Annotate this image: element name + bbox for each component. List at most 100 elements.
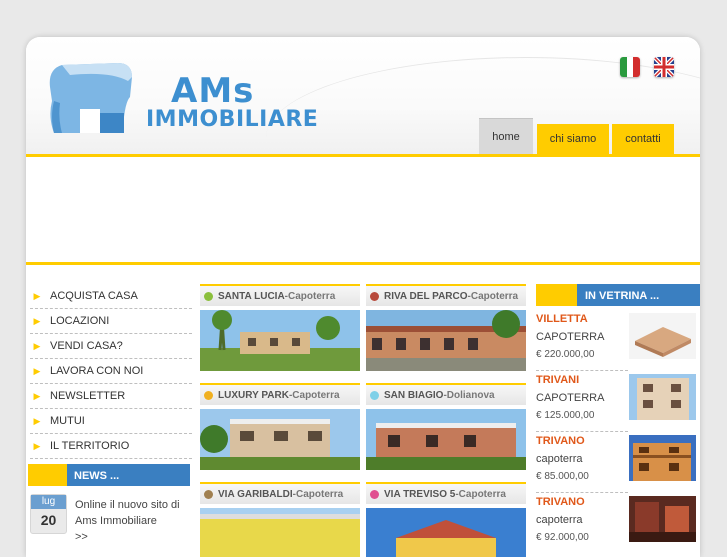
property-card-santa-lucia[interactable]: SANTA LUCIA - Capoterra — [200, 284, 360, 376]
news-header: NEWS ... — [28, 464, 190, 486]
nav-home-button[interactable]: home — [479, 118, 533, 155]
logo-wordmark-ams: AMs — [171, 71, 255, 111]
italian-flag-icon[interactable] — [620, 57, 640, 77]
vetrina-item-city: capoterra — [536, 453, 583, 465]
card-header: SANTA LUCIA - Capoterra — [200, 284, 360, 306]
card-location: Capoterra — [288, 290, 336, 302]
vetrina-item-city: CAPOTERRA — [536, 331, 605, 343]
vetrina-item-price: € 85.000,00 — [536, 471, 589, 482]
vetrina-divider — [536, 370, 628, 371]
card-title: VIA TREVISO 5 — [384, 488, 456, 500]
news-date-badge: lug 20 — [30, 494, 67, 534]
card-title: RIVA DEL PARCO — [384, 290, 468, 302]
card-header: VIA TREVISO 5 - Capoterra — [366, 482, 526, 504]
vetrina-item-city: capoterra — [536, 514, 583, 526]
card-title: SANTA LUCIA — [218, 290, 285, 302]
header-divider — [26, 154, 700, 157]
bullet-icon — [370, 291, 379, 301]
vetrina-item-title[interactable]: VILLETTA — [536, 313, 588, 325]
vetrina-item-trivano-92000[interactable]: TRIVANO capoterra € 92.000,00 — [536, 496, 700, 554]
page-container: AMs IMMOBILIARE home chi siamo contatti — [26, 37, 700, 557]
property-photo[interactable] — [200, 409, 360, 470]
sidebar-item-lavora-con-noi[interactable]: ▶ LAVORA CON NOI — [30, 359, 192, 384]
card-location: Capoterra — [295, 488, 344, 500]
property-photo[interactable] — [366, 508, 526, 557]
sidebar-item-label: LAVORA CON NOI — [50, 365, 144, 377]
news-heading: NEWS ... — [74, 470, 120, 482]
card-location: Capoterra — [470, 290, 519, 302]
property-card-san-biagio[interactable]: SAN BIAGIO - Dolianova — [366, 383, 526, 475]
bullet-icon — [204, 291, 213, 301]
sidebar-item-locazioni[interactable]: ▶ LOCAZIONI — [30, 309, 192, 334]
vetrina-item-price: € 220.000,00 — [536, 349, 595, 360]
sidebar-item-il-territorio[interactable]: ▶ IL TERRITORIO — [30, 434, 192, 459]
vetrina-item-city: CAPOTERRA — [536, 392, 605, 404]
chevron-right-icon: ▶ — [33, 440, 41, 451]
card-location: Dolianova — [446, 389, 495, 401]
news-date-month: lug — [31, 495, 66, 509]
card-header: RIVA DEL PARCO - Capoterra — [366, 284, 526, 306]
card-header: LUXURY PARK - Capoterra — [200, 383, 360, 405]
card-location: Capoterra — [292, 389, 340, 401]
property-card-via-garibaldi[interactable]: VIA GARIBALDI - Capoterra — [200, 482, 360, 557]
bullet-icon — [370, 390, 379, 400]
news-item[interactable]: Online il nuovo sito di Ams Immobiliare … — [75, 497, 195, 545]
property-thumbnail[interactable] — [629, 313, 696, 359]
property-thumbnail[interactable] — [629, 374, 696, 420]
sidebar-item-label: MUTUI — [50, 415, 85, 427]
sidebar-item-label: IL TERRITORIO — [50, 440, 130, 452]
vetrina-divider — [536, 431, 628, 432]
card-location: Capoterra — [458, 488, 506, 500]
vetrina-item-title[interactable]: TRIVANO — [536, 496, 585, 508]
sidebar-item-label: ACQUISTA CASA — [50, 290, 138, 302]
bullet-icon — [370, 489, 379, 499]
chevron-right-icon: ▶ — [33, 365, 41, 376]
banner-area — [26, 158, 700, 261]
property-thumbnail[interactable] — [629, 435, 696, 481]
sidebar-item-vendi-casa[interactable]: ▶ VENDI CASA? — [30, 334, 192, 359]
nav-chi-siamo-button[interactable]: chi siamo — [537, 124, 609, 154]
sidebar-menu: ▶ ACQUISTA CASA ▶ LOCAZIONI ▶ VENDI CASA… — [30, 284, 192, 459]
uk-flag-icon[interactable] — [654, 57, 674, 77]
sidebar-item-label: NEWSLETTER — [50, 390, 126, 402]
property-card-luxury-park[interactable]: LUXURY PARK - Capoterra — [200, 383, 360, 475]
card-title: SAN BIAGIO — [384, 389, 444, 401]
card-title: VIA GARIBALDI — [218, 488, 293, 500]
bullet-icon — [204, 489, 213, 499]
vetrina-divider — [536, 492, 628, 493]
vetrina-item-title[interactable]: TRIVANO — [536, 435, 585, 447]
news-more-link[interactable]: >> — [75, 531, 88, 543]
chevron-right-icon: ▶ — [33, 390, 41, 401]
logo-wordmark-immobiliare: IMMOBILIARE — [146, 107, 319, 132]
property-photo[interactable] — [366, 409, 526, 470]
chevron-right-icon: ▶ — [33, 290, 41, 301]
property-card-via-treviso-5[interactable]: VIA TREVISO 5 - Capoterra — [366, 482, 526, 557]
vetrina-item-title[interactable]: TRIVANI — [536, 374, 579, 386]
card-header: SAN BIAGIO - Dolianova — [366, 383, 526, 405]
vetrina-item-villetta[interactable]: VILLETTA CAPOTERRA € 220.000,00 — [536, 313, 700, 371]
sidebar-item-newsletter[interactable]: ▶ NEWSLETTER — [30, 384, 192, 409]
nav-contatti-button[interactable]: contatti — [612, 124, 674, 154]
vetrina-item-trivani[interactable]: TRIVANI CAPOTERRA € 125.000,00 — [536, 374, 700, 432]
header: AMs IMMOBILIARE home chi siamo contatti — [26, 37, 700, 155]
sidebar-item-acquista-casa[interactable]: ▶ ACQUISTA CASA — [30, 284, 192, 309]
sidebar-item-mutui[interactable]: ▶ MUTUI — [30, 409, 192, 434]
logo-icon[interactable] — [40, 57, 140, 142]
banner-divider — [26, 262, 700, 265]
news-text: Online il nuovo sito di Ams Immobiliare — [75, 499, 180, 527]
chevron-right-icon: ▶ — [33, 340, 41, 351]
vetrina-header: IN VETRINA ... — [536, 284, 700, 306]
property-photo[interactable] — [200, 310, 360, 371]
vetrina-item-trivano-85000[interactable]: TRIVANO capoterra € 85.000,00 — [536, 435, 700, 493]
vetrina-heading: IN VETRINA ... — [585, 290, 660, 302]
card-header: VIA GARIBALDI - Capoterra — [200, 482, 360, 504]
property-photo[interactable] — [200, 508, 360, 557]
card-title: LUXURY PARK — [218, 389, 289, 401]
bullet-icon — [204, 390, 213, 400]
news-date-day: 20 — [40, 512, 57, 528]
property-card-riva-del-parco[interactable]: RIVA DEL PARCO - Capoterra — [366, 284, 526, 376]
property-photo[interactable] — [366, 310, 526, 371]
property-thumbnail[interactable] — [629, 496, 696, 542]
sidebar-item-label: VENDI CASA? — [50, 340, 123, 352]
chevron-right-icon: ▶ — [33, 315, 41, 326]
